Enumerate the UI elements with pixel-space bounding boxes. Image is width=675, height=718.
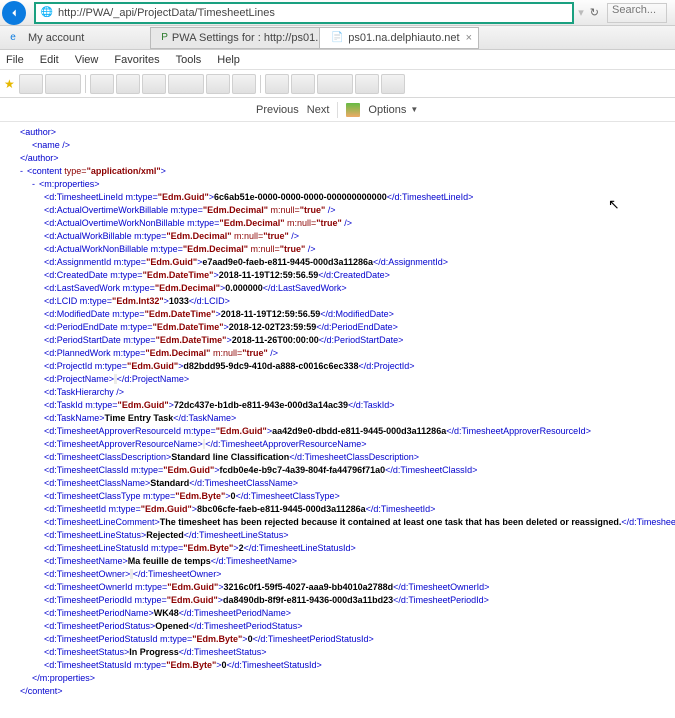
toolbar-button[interactable] xyxy=(19,74,43,94)
page-favicon-icon: 📄 xyxy=(330,31,344,45)
toolbar-button[interactable] xyxy=(116,74,140,94)
project-favicon-icon: P xyxy=(161,31,168,45)
next-link[interactable]: Next xyxy=(307,104,330,116)
toolbar-button[interactable] xyxy=(45,74,81,94)
xml-content: <author><name /></author>-<content type=… xyxy=(0,122,675,718)
toolbar-button[interactable] xyxy=(265,74,289,94)
browser-titlebar: 🌐 http:// PWA/_api/ProjectData/Timesheet… xyxy=(0,0,675,26)
tab-strip: e My account P PWA Settings for : http:/… xyxy=(0,26,675,50)
toolbar-button[interactable] xyxy=(291,74,315,94)
close-icon[interactable]: × xyxy=(466,32,472,44)
options-dropdown[interactable]: Options ▼ xyxy=(368,104,418,116)
menu-view[interactable]: View xyxy=(75,54,99,66)
toolbar-button[interactable] xyxy=(90,74,114,94)
url-path: PWA/_api/ProjectData/TimesheetLines xyxy=(86,7,275,19)
toolbar-button[interactable] xyxy=(355,74,379,94)
options-label: Options xyxy=(368,104,406,116)
menu-edit[interactable]: Edit xyxy=(40,54,59,66)
favorites-star-icon[interactable]: ★ xyxy=(4,77,15,91)
prev-link[interactable]: Previous xyxy=(256,104,299,116)
menu-help[interactable]: Help xyxy=(217,54,240,66)
tab-myaccount-label[interactable]: My account xyxy=(28,32,84,44)
menu-tools[interactable]: Tools xyxy=(176,54,202,66)
separator xyxy=(85,75,86,93)
toolbar-button[interactable] xyxy=(168,74,204,94)
menu-bar: File Edit View Favorites Tools Help xyxy=(0,50,675,70)
menu-file[interactable]: File xyxy=(6,54,24,66)
toolbar-button[interactable] xyxy=(381,74,405,94)
feed-pager: Previous Next Options ▼ xyxy=(0,98,675,122)
address-bar[interactable]: 🌐 http:// PWA/_api/ProjectData/Timesheet… xyxy=(34,2,574,24)
toolbar-button[interactable] xyxy=(206,74,230,94)
toolbar-button[interactable] xyxy=(232,74,256,94)
ie-favicon-icon: e xyxy=(6,31,20,45)
separator xyxy=(337,102,338,118)
tab-label: ps01.na.delphiauto.net xyxy=(348,32,459,44)
tab-active[interactable]: 📄 ps01.na.delphiauto.net × xyxy=(319,27,479,49)
url-scheme: http:// xyxy=(58,7,86,19)
toolbar: ★ xyxy=(0,70,675,98)
page-icon: 🌐 xyxy=(40,6,54,20)
menu-favorites[interactable]: Favorites xyxy=(114,54,159,66)
options-icon xyxy=(346,103,360,117)
refresh-icon[interactable]: ↻ xyxy=(590,6,599,19)
toolbar-button[interactable] xyxy=(142,74,166,94)
tab-label: PWA Settings for : http://ps01. xyxy=(172,32,318,44)
separator xyxy=(260,75,261,93)
tab-pwa-settings[interactable]: P PWA Settings for : http://ps01. xyxy=(150,27,320,49)
toolbar-button[interactable] xyxy=(317,74,353,94)
back-button[interactable] xyxy=(2,1,26,25)
caret-down-icon: ▼ xyxy=(410,105,418,114)
search-input[interactable]: Search... xyxy=(607,3,667,23)
